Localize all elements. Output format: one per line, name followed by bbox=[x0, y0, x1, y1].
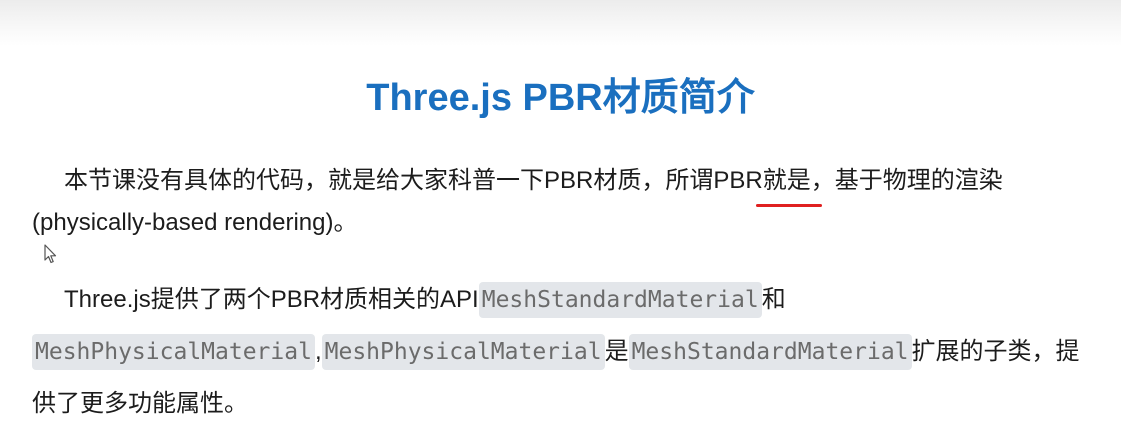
api-text-3: , bbox=[314, 338, 322, 365]
code-mesh-physical-material: MeshPhysicalMaterial bbox=[32, 334, 315, 370]
code-mesh-physical-material-2: MeshPhysicalMaterial bbox=[321, 334, 605, 370]
red-underline-annotation bbox=[756, 204, 822, 207]
api-text-4: 是 bbox=[604, 338, 629, 365]
api-text-1: Three.js提供了两个PBR材质相关的API bbox=[64, 286, 479, 313]
top-shade bbox=[0, 0, 1121, 46]
page-title: Three.js PBR材质简介 bbox=[366, 77, 755, 119]
code-mesh-standard-material-2: MeshStandardMaterial bbox=[628, 334, 912, 370]
code-mesh-standard-material: MeshStandardMaterial bbox=[478, 282, 762, 318]
paragraph-intro: 本节课没有具体的代码，就是给大家科普一下PBR材质，所谓PBR就是，基于物理的渲… bbox=[32, 160, 1092, 244]
paragraph-api: Three.js提供了两个PBR材质相关的API MeshStandardMate… bbox=[32, 274, 1092, 430]
intro-text: 本节课没有具体的代码，就是给大家科普一下PBR材质，所谓PBR就是，基于物理的渲… bbox=[32, 167, 1003, 236]
api-text-2: 和 bbox=[761, 286, 786, 313]
mouse-pointer-icon bbox=[44, 244, 57, 264]
